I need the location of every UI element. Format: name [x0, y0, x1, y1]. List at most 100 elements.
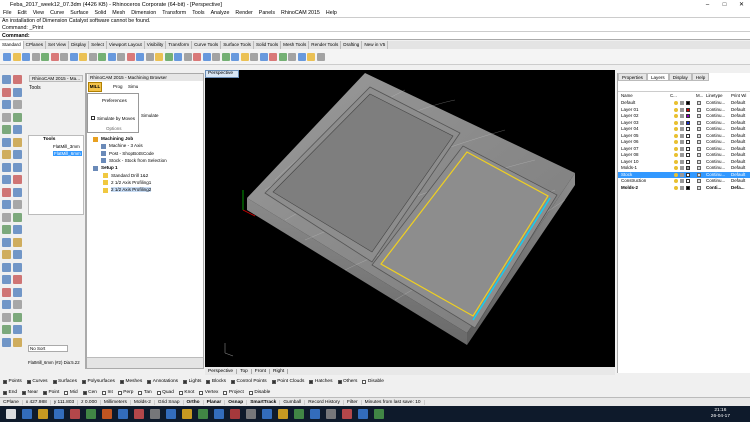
left-tool-icon[interactable] — [13, 337, 22, 347]
layer-color-swatch[interactable] — [686, 153, 690, 158]
lock-icon[interactable] — [680, 172, 684, 177]
left-tool-icon[interactable] — [2, 225, 11, 234]
taskbar-app-icon[interactable] — [230, 409, 240, 419]
windows-start-icon[interactable] — [6, 409, 16, 419]
toolbar-tool-icon[interactable] — [3, 52, 11, 61]
checkbox-annotations[interactable]: Annotations — [147, 379, 178, 384]
checkbox-box[interactable] — [248, 390, 253, 395]
toolbar-tool-icon[interactable] — [316, 52, 325, 61]
taskbar-app-icon[interactable] — [150, 409, 160, 419]
menu-item-rhinocam-2015[interactable]: RhinoCAM 2015 — [281, 10, 320, 16]
job-tree-item[interactable]: Stock - Stock from Selection — [101, 158, 167, 164]
taskbar-app-icon[interactable] — [294, 409, 304, 419]
taskbar-app-icon[interactable] — [310, 409, 320, 419]
checkbox-project[interactable]: Project — [223, 390, 244, 395]
checkbox-others[interactable]: Others — [337, 379, 357, 384]
material-icon[interactable] — [697, 127, 701, 132]
job-tree-item[interactable]: Setup 1 — [93, 165, 118, 171]
lock-icon[interactable] — [680, 101, 684, 106]
close-icon[interactable]: ✕ — [733, 0, 750, 9]
checkbox-box[interactable] — [22, 390, 27, 395]
simulate-tab[interactable]: Simu — [128, 84, 138, 89]
material-icon[interactable] — [697, 159, 701, 164]
layer-column-header[interactable]: Print Wi — [731, 93, 746, 98]
viewport-tab-front[interactable]: Front — [252, 368, 270, 374]
tab-curve-tools[interactable]: Curve Tools — [192, 41, 222, 49]
toolbar-tool-icon[interactable] — [41, 52, 49, 61]
toolbar-tool-icon[interactable] — [212, 52, 220, 61]
checkbox-box[interactable] — [271, 379, 276, 384]
program-tab[interactable]: Prog — [113, 84, 123, 89]
layer-column-header[interactable]: C... — [670, 93, 677, 98]
material-icon[interactable] — [697, 172, 701, 177]
taskbar-app-icon[interactable] — [86, 409, 96, 419]
mill-tab[interactable]: MILL — [88, 82, 102, 92]
toolbar-tool-icon[interactable] — [250, 52, 258, 61]
checkbox-point-clouds[interactable]: Point Clouds — [271, 379, 304, 384]
toolbar-tool-icon[interactable] — [174, 52, 182, 61]
left-tool-icon[interactable] — [2, 162, 11, 172]
toolbar-tool-icon[interactable] — [240, 52, 249, 61]
tab-display[interactable]: Display — [69, 41, 90, 49]
tab-render-tools[interactable]: Render Tools — [309, 41, 342, 49]
left-tool-icon[interactable] — [2, 175, 11, 184]
status-gumball[interactable]: Gumball — [280, 399, 306, 405]
left-tool-icon[interactable] — [2, 212, 11, 222]
left-tool-icon[interactable] — [2, 187, 11, 197]
layer-column-header[interactable]: Name — [621, 93, 633, 98]
checkbox-disable[interactable]: Disable — [362, 379, 384, 384]
job-tree-item[interactable]: Standard Drill 1&2 — [103, 173, 148, 178]
job-tree-item[interactable]: Machining Job — [93, 136, 133, 142]
layer-color-swatch[interactable] — [686, 120, 690, 125]
layer-tab-properties[interactable]: Properties — [618, 73, 647, 81]
checkbox-hatches[interactable]: Hatches — [309, 379, 333, 384]
checkbox-box[interactable] — [206, 379, 211, 384]
lock-icon[interactable] — [680, 114, 684, 119]
checkbox-box[interactable] — [82, 390, 87, 395]
menu-item-render[interactable]: Render — [235, 10, 252, 16]
lock-icon[interactable] — [680, 120, 684, 125]
toolbar-tool-icon[interactable] — [183, 52, 192, 61]
taskbar-app-icon[interactable] — [326, 409, 336, 419]
taskbar-app-icon[interactable] — [342, 409, 352, 419]
status-smarttrack[interactable]: SmartTrack — [247, 399, 281, 405]
status-filter[interactable]: Filter — [344, 399, 362, 405]
lightbulb-icon[interactable] — [674, 166, 678, 171]
checkbox-control-points[interactable]: Control Points — [231, 379, 267, 384]
material-icon[interactable] — [697, 185, 701, 190]
checkbox-blocks[interactable]: Blocks — [206, 379, 226, 384]
checkbox-box[interactable] — [156, 390, 161, 395]
layer-column-header[interactable]: M... — [696, 93, 703, 98]
checkbox-disable[interactable]: Disable — [248, 390, 270, 395]
lightbulb-icon[interactable] — [674, 185, 678, 190]
layer-color-swatch[interactable] — [686, 172, 690, 177]
taskbar-app-icon[interactable] — [38, 409, 48, 419]
left-tool-icon[interactable] — [2, 237, 11, 247]
toolbar-tool-icon[interactable] — [155, 52, 163, 61]
lock-icon[interactable] — [680, 153, 684, 158]
checkbox-vertex[interactable]: Vertex — [199, 390, 218, 395]
lock-icon[interactable] — [680, 140, 684, 145]
left-tool-icon[interactable] — [2, 150, 11, 159]
checkbox-box[interactable] — [3, 379, 7, 384]
tab-transform[interactable]: Transform — [166, 41, 193, 49]
checkbox-point[interactable]: Point — [42, 390, 59, 395]
lightbulb-icon[interactable] — [674, 114, 678, 119]
left-tool-icon[interactable] — [13, 262, 22, 272]
taskbar-app-icon[interactable] — [374, 409, 384, 419]
taskbar-app-icon[interactable] — [118, 409, 128, 419]
checkbox-box[interactable] — [81, 379, 86, 384]
left-tool-icon[interactable] — [13, 275, 22, 284]
checkbox-box[interactable] — [101, 390, 106, 395]
left-tool-icon[interactable] — [2, 125, 11, 134]
menu-item-view[interactable]: View — [33, 10, 44, 16]
layer-tab-help[interactable]: Help — [691, 73, 710, 81]
lock-icon[interactable] — [680, 185, 684, 190]
material-icon[interactable] — [697, 166, 701, 171]
left-tool-icon[interactable] — [2, 275, 11, 284]
toolbar-tool-icon[interactable] — [193, 52, 201, 61]
layer-column-header[interactable]: Linetype — [706, 93, 723, 98]
menu-item-panels[interactable]: Panels — [259, 10, 275, 16]
lock-icon[interactable] — [680, 107, 684, 112]
lock-icon[interactable] — [680, 166, 684, 171]
